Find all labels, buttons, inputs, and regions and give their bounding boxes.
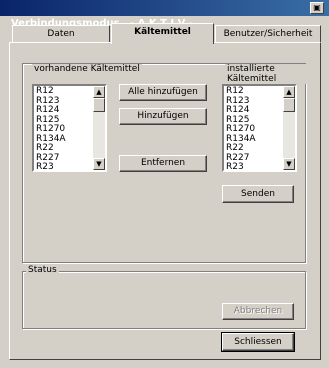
scroll-down-icon[interactable]: ▼ — [93, 158, 105, 170]
tab-benutzer-label: Benutzer/Sicherheit — [223, 29, 313, 39]
list-item[interactable]: R23 — [36, 162, 66, 170]
scroll-thumb[interactable] — [93, 98, 105, 112]
tab-kaeltemittel[interactable]: Kältemittel — [111, 23, 214, 44]
installed-items: R12 R123 R124 R125 R1270 R134A R22 R227 R23 — [226, 86, 256, 170]
add-button[interactable]: Hinzufügen — [119, 108, 207, 125]
available-items: R12 R123 R124 R125 R1270 R134A R22 R227 R23 — [36, 86, 66, 170]
title-bar: Verbindungsmodus - A K T I V - ▣ — [0, 0, 329, 29]
remove-button[interactable]: Entfernen — [119, 155, 207, 172]
tab-benutzer-sicherheit[interactable]: Benutzer/Sicherheit — [215, 25, 321, 43]
available-listbox[interactable]: R12 R123 R124 R125 R1270 R134A R22 R227 R23 ▲ ▼ — [32, 84, 107, 172]
window-restore-icon[interactable]: ▣ — [310, 2, 324, 14]
tab-daten[interactable]: Daten — [12, 25, 110, 43]
installed-label: installierte Kältemittel — [225, 64, 320, 84]
scroll-thumb[interactable] — [283, 98, 295, 112]
tab-kaeltemittel-label: Kältemittel — [134, 27, 191, 37]
tab-panel-kaeltemittel: vorhandene Kältemittel installierte Kält… — [9, 42, 321, 360]
tab-daten-label: Daten — [47, 29, 75, 39]
status-group — [22, 271, 306, 329]
status-label: Status — [26, 265, 59, 275]
available-scrollbar[interactable]: ▲ ▼ — [93, 86, 105, 170]
list-item[interactable]: R23 — [226, 162, 256, 170]
installed-listbox[interactable]: R12 R123 R124 R125 R1270 R134A R22 R227 R23 ▲ ▼ — [222, 84, 297, 172]
close-button[interactable]: Schliessen — [221, 332, 295, 352]
scroll-up-icon[interactable]: ▲ — [283, 86, 295, 98]
send-button[interactable]: Senden — [222, 185, 294, 203]
scroll-up-icon[interactable]: ▲ — [93, 86, 105, 98]
scroll-down-icon[interactable]: ▼ — [283, 158, 295, 170]
abort-button: Abbrechen — [222, 303, 294, 320]
available-label: vorhandene Kältemittel — [32, 64, 142, 74]
installed-scrollbar[interactable]: ▲ ▼ — [283, 86, 295, 170]
add-all-button[interactable]: Alle hinzufügen — [119, 84, 207, 101]
